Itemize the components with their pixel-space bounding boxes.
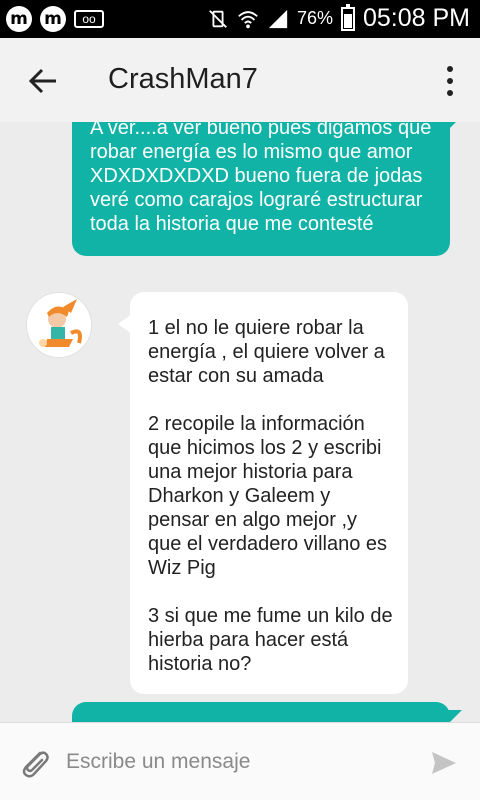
chat-header: CrashMan7 [0,38,480,122]
message-composer [0,722,480,800]
message-paragraph: 1 el no le quiere robar la energía , el … [148,317,385,387]
message-paragraph: 2 recopile la información que hicimos lo… [148,413,388,579]
battery-percentage: 76% [296,8,333,28]
paperclip-icon[interactable] [16,745,52,781]
clock: 05:08 PM [362,4,470,32]
voicemail-icon: oo [74,10,104,28]
outgoing-message-partial [72,702,462,722]
wifi-icon [238,10,258,28]
message-list[interactable]: A ver....a ver bueno pues digamos que ro… [0,122,480,722]
chat-title: CrashMan7 [108,63,258,95]
outgoing-message: A ver....a ver bueno pues digamos que ro… [72,122,462,256]
app-notification-icon: m [40,6,66,32]
battery-level [343,14,352,28]
incoming-message: 1 el no le quiere robar la energía , el … [118,292,408,694]
app-notification-icon: m [6,6,32,32]
battery-icon [340,3,355,31]
send-icon[interactable] [430,749,458,777]
back-arrow-icon[interactable] [28,66,58,96]
signal-icon [268,9,288,28]
message-text: A ver....a ver bueno pues digamos que ro… [90,122,432,235]
message-paragraph: 3 si que me fume un kilo de hierba para … [148,605,393,675]
avatar[interactable] [26,292,92,358]
more-options-icon[interactable] [444,66,456,96]
status-bar: m m oo 76% 05:08 PM [0,0,480,38]
message-input[interactable] [66,743,406,781]
avatar-image [27,293,91,357]
vibrate-mute-icon [209,9,227,28]
